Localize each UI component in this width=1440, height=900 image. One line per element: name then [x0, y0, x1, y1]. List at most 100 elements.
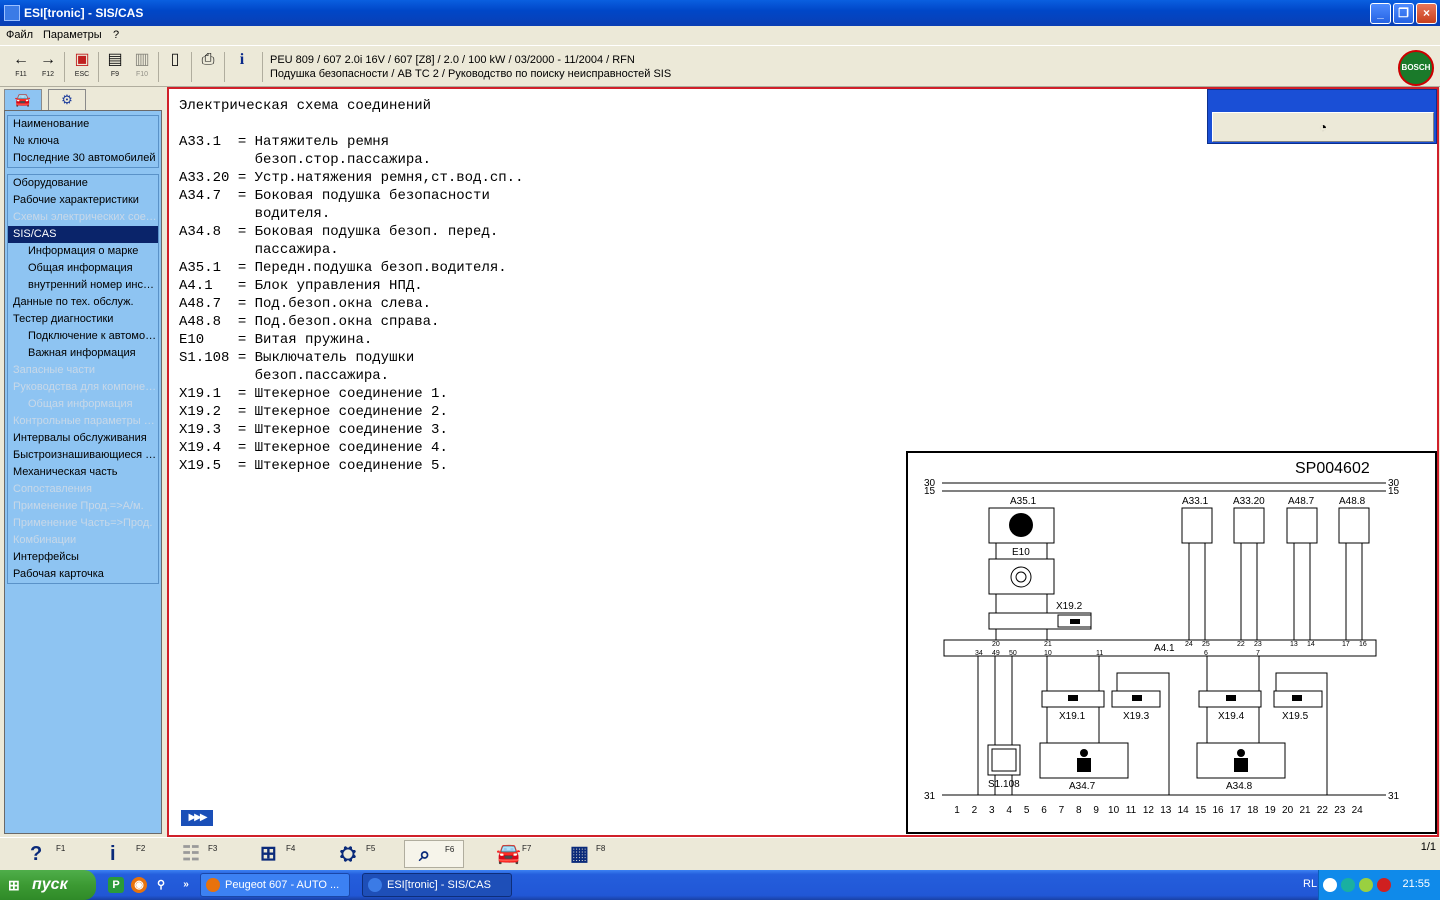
- label-x19-4: X19.4: [1218, 711, 1245, 722]
- car-icon: 🚘: [496, 843, 521, 865]
- menu-file[interactable]: Файл: [6, 29, 33, 41]
- pin-6: 6: [1204, 650, 1208, 657]
- sidebar-item-group2-0[interactable]: Оборудование: [8, 175, 158, 192]
- legend-description: безоп.стор.пассажира.: [254, 152, 432, 168]
- forward-button[interactable]: → F12: [35, 50, 61, 84]
- arrow-left-icon: ←: [13, 51, 29, 68]
- legend-description: Витая пружина.: [254, 332, 373, 348]
- connector-icon: [1226, 695, 1236, 701]
- left-tabs: 🚘 ⚙: [4, 89, 88, 111]
- taskbar-task[interactable]: ESI[tronic] - SIS/CAS: [362, 873, 512, 897]
- function-key-label: F8: [596, 844, 606, 853]
- legend-code: A48.7: [179, 296, 222, 312]
- firefox-icon[interactable]: ◉: [131, 877, 147, 893]
- column-number: 24: [1352, 805, 1364, 816]
- pin-23: 23: [1254, 641, 1262, 648]
- function-button-f8[interactable]: ▦ F8: [556, 840, 616, 868]
- tab-engine[interactable]: ⚙: [48, 89, 86, 111]
- legend-description: Под.безоп.окна справа.: [254, 314, 440, 330]
- legend-code: X19.1: [179, 386, 222, 402]
- toolbar-separator: [98, 52, 99, 82]
- pin-17: 17: [1342, 641, 1350, 648]
- split-button[interactable]: ▥ F10: [129, 50, 155, 84]
- menu-help[interactable]: ?: [113, 29, 119, 41]
- start-button[interactable]: ⊞ пуск: [0, 870, 96, 900]
- search-icon[interactable]: ⚲: [153, 877, 169, 893]
- back-button[interactable]: ← F11: [8, 50, 34, 84]
- sidebar-item-group2-6[interactable]: внутренний номер инструкции: [8, 277, 158, 294]
- pin-10: 10: [1044, 650, 1052, 657]
- maximize-button[interactable]: ❐: [1393, 3, 1414, 24]
- sidebar-item-group2-1[interactable]: Рабочие характеристики: [8, 192, 158, 209]
- tray-help-icon[interactable]: [1323, 878, 1337, 892]
- function-button-f5[interactable]: ⛭ F5: [326, 840, 386, 868]
- sidebar-item-group2-9[interactable]: Подключение к автомобилю: [8, 328, 158, 345]
- taskbar-task[interactable]: Peugeot 607 - AUTO ...: [200, 873, 350, 897]
- function-key-label: F6: [445, 845, 455, 854]
- menu-parameters[interactable]: Параметры: [43, 29, 102, 41]
- function-button-f1[interactable]: ? F1: [16, 840, 76, 868]
- legend-description: Боковая подушка безоп. перед.: [254, 224, 499, 240]
- quicklaunch-expand-icon[interactable]: »: [178, 877, 194, 893]
- print-button[interactable]: ⎙: [195, 50, 221, 84]
- pin-22: 22: [1237, 641, 1245, 648]
- column-number: 23: [1334, 805, 1346, 816]
- function-button-f6[interactable]: ⌕ F6: [404, 840, 464, 868]
- function-key-label: F2: [136, 844, 146, 853]
- sidebar-item-group2-4[interactable]: Информация о марке: [8, 243, 158, 260]
- window-title: ESI[tronic] - SIS/CAS: [24, 6, 144, 20]
- sidebar-item-group1-2[interactable]: Последние 30 автомобилей: [8, 150, 158, 167]
- info-icon: i: [110, 843, 116, 865]
- sidebar-item-group2-17[interactable]: Механическая часть: [8, 464, 158, 481]
- legend-code: E10: [179, 332, 205, 348]
- sidebar-item-group2-12: Руководства для компонентов: [13, 381, 158, 393]
- sidebar-item-group2-19: Применение Прод.=>А/м.: [13, 500, 144, 512]
- sidebar-item-group2-22[interactable]: Интерфейсы: [8, 549, 158, 566]
- sidebar-item-group2-16[interactable]: Быстроизнашивающиеся детали: [8, 447, 158, 464]
- tray-network-icon[interactable]: [1341, 878, 1355, 892]
- column-number: 10: [1108, 805, 1120, 816]
- escape-button[interactable]: ▣ ESC: [69, 50, 95, 84]
- more-button[interactable]: ▶▶▶: [181, 810, 213, 826]
- sidebar-item-group2-20: Применение Часть=>Прод.: [13, 517, 153, 529]
- quicklaunch-app-icon[interactable]: P: [108, 877, 124, 893]
- function-button-f7[interactable]: 🚘 F7: [482, 840, 542, 868]
- sidebar-item-group2-7[interactable]: Данные по тех. обслуж.: [8, 294, 158, 311]
- sidebar-item-group2-23[interactable]: Рабочая карточка: [8, 566, 158, 583]
- tray-app-icon[interactable]: [1359, 878, 1373, 892]
- legend-code: X19.3: [179, 422, 222, 438]
- function-key-label: F1: [56, 844, 66, 853]
- function-button-f2[interactable]: i F2: [96, 840, 156, 868]
- info-button[interactable]: i: [229, 50, 255, 84]
- sidebar-item-group1-1[interactable]: № ключа: [8, 133, 158, 150]
- sidebar-item-group2-8[interactable]: Тестер диагностики: [8, 311, 158, 328]
- tray-opera-icon[interactable]: [1377, 878, 1391, 892]
- toolbar: ← F11 → F12 ▣ ESC ▤ F9 ▥ F10 ▯ ⎙ i PEU 809 / …: [0, 45, 1440, 87]
- column-number: 19: [1265, 805, 1277, 816]
- legend-code: A33.1: [179, 134, 222, 150]
- function-button-f4[interactable]: ⊞ F4: [246, 840, 306, 868]
- column-number: 7: [1059, 805, 1065, 816]
- legend-description: Натяжитель ремня: [254, 134, 390, 150]
- sidebar-item-group2-3[interactable]: SIS/CAS: [8, 226, 158, 243]
- language-indicator[interactable]: RL: [1303, 878, 1317, 890]
- connector-icon: [1070, 619, 1080, 624]
- rail-label-15-left: 15: [924, 486, 936, 497]
- document-button[interactable]: ▯: [162, 50, 188, 84]
- taskbar: ⊞ пуск P ◉ ⚲ » Peugeot 607 - AUTO ... ESI…: [0, 870, 1440, 900]
- sidebar-item-group2-10[interactable]: Важная информация: [8, 345, 158, 362]
- list-button[interactable]: ▤ F9: [102, 50, 128, 84]
- column-number: 14: [1178, 805, 1190, 816]
- task-label: Peugeot 607 - AUTO ...: [225, 879, 340, 891]
- meter-button[interactable]: ◔: [1212, 112, 1434, 142]
- a33-1-box: [1181, 507, 1213, 544]
- gauge-icon: ◔: [1318, 119, 1328, 135]
- close-button[interactable]: ×: [1416, 3, 1437, 24]
- sidebar-item-group2-5[interactable]: Общая информация: [8, 260, 158, 277]
- legend-code: X19.2: [179, 404, 222, 420]
- sidebar-item-group2-15[interactable]: Интервалы обслуживания: [8, 430, 158, 447]
- wiring-schematic[interactable]: SP004602 30 15 30 15 A35.1 E10 X19.2 A33…: [906, 451, 1437, 834]
- sidebar-item-group1-0[interactable]: Наименование: [8, 116, 158, 133]
- minimize-button[interactable]: _: [1370, 3, 1391, 24]
- tab-vehicle[interactable]: 🚘: [4, 89, 42, 111]
